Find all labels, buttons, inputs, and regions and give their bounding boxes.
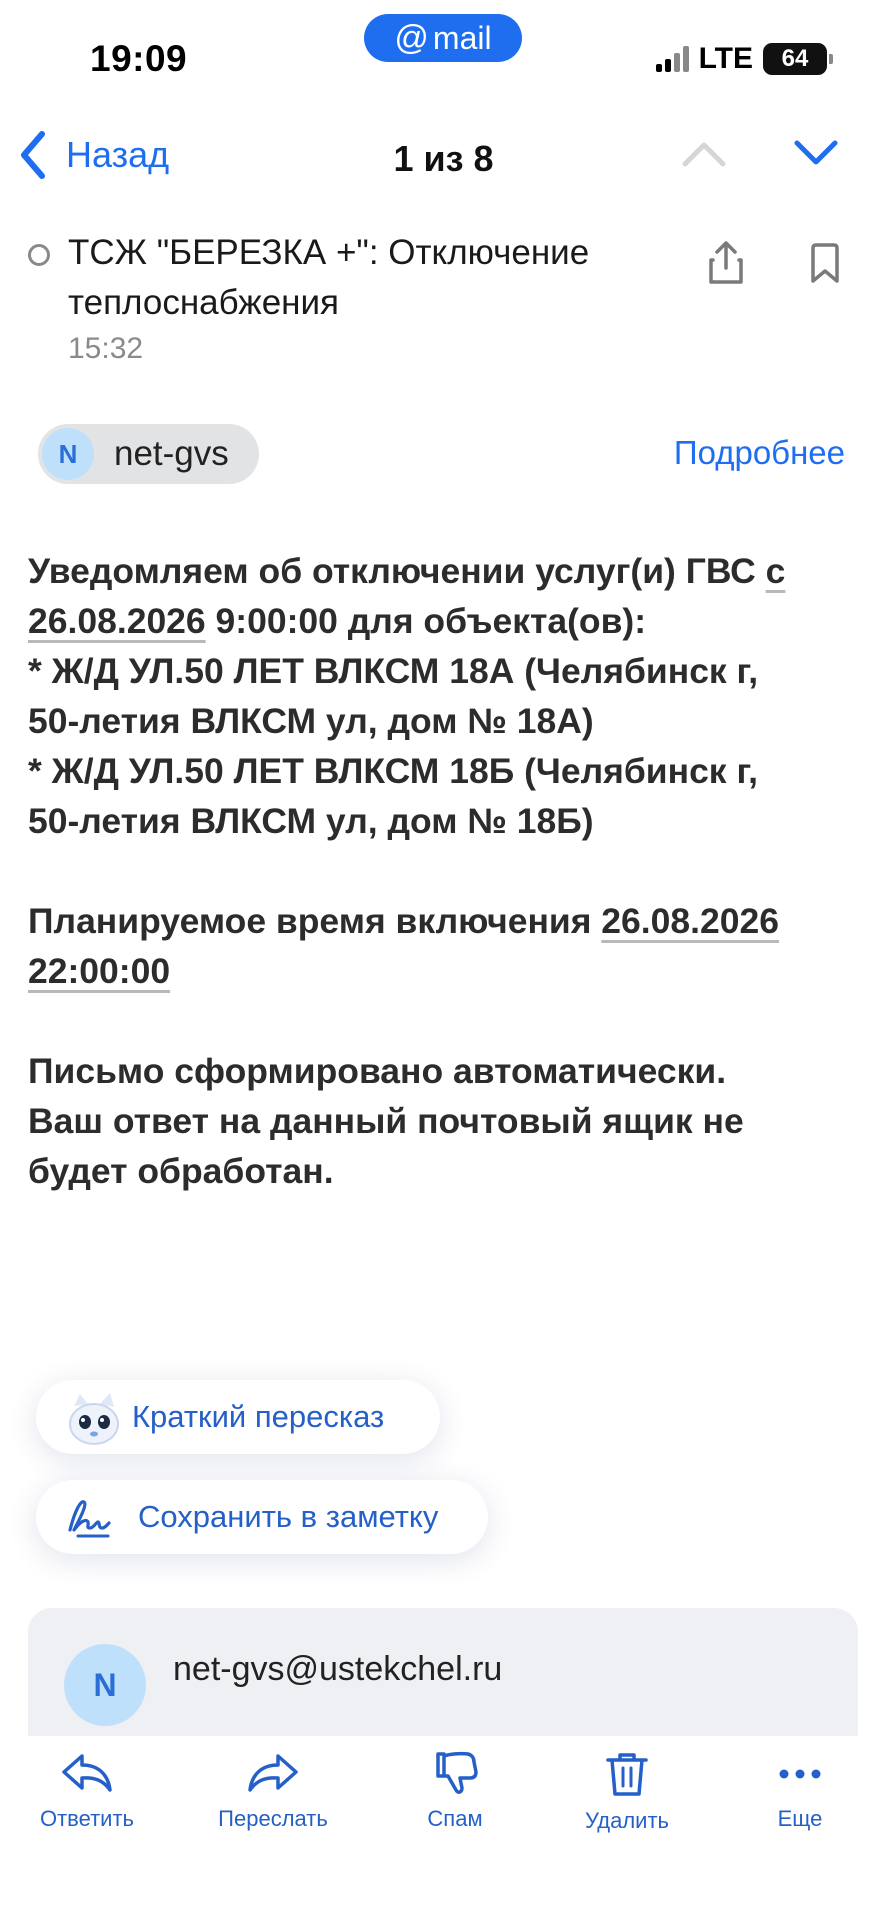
chevron-down-icon bbox=[794, 140, 838, 165]
forward-label: Переслать bbox=[218, 1806, 328, 1831]
trash-icon bbox=[606, 1753, 648, 1796]
forward-icon bbox=[248, 1754, 298, 1792]
details-link[interactable]: Подробнее bbox=[674, 434, 845, 472]
sender-avatar: N bbox=[42, 428, 94, 480]
signature-icon bbox=[68, 1500, 111, 1538]
summary-button[interactable]: Краткий пересказ bbox=[36, 1380, 440, 1454]
sender-email[interactable]: net-gvs@ustekchel.ru bbox=[173, 1650, 502, 1689]
body-line: 50-летия ВЛКСМ ул, дом № 18А) bbox=[28, 701, 594, 741]
sender-chip[interactable]: N net-gvs bbox=[38, 424, 259, 484]
spam-button[interactable]: Спам bbox=[380, 1750, 530, 1832]
forward-button[interactable]: Переслать bbox=[198, 1750, 348, 1832]
mail-badge-label: mail bbox=[432, 19, 492, 56]
date-link[interactable]: 26.08.2026 bbox=[28, 601, 206, 641]
reply-icon bbox=[62, 1754, 112, 1792]
thumbs-down-icon bbox=[436, 1751, 478, 1794]
more-label: Еще bbox=[777, 1806, 823, 1831]
body-line: * Ж/Д УЛ.50 ЛЕТ ВЛКСМ 18А (Челябинск г, bbox=[28, 651, 759, 691]
previous-message-button[interactable] bbox=[680, 138, 728, 173]
share-icon bbox=[709, 241, 743, 284]
body-line: 22:00:00 bbox=[28, 946, 878, 996]
body-text: Планируемое время включения bbox=[28, 901, 602, 941]
battery-icon: 64 bbox=[763, 43, 833, 75]
sender-card-avatar: N bbox=[64, 1644, 146, 1726]
date-link[interactable]: с bbox=[766, 551, 786, 591]
share-button[interactable] bbox=[705, 240, 747, 291]
body-line: Ваш ответ на данный почтовый ящик не bbox=[28, 1101, 744, 1141]
reply-label: Ответить bbox=[39, 1806, 135, 1831]
bookmark-icon bbox=[811, 243, 839, 283]
email-body: Уведомляем об отключении услуг(и) ГВС с … bbox=[28, 546, 878, 1196]
assistant-icon bbox=[69, 1393, 119, 1445]
save-note-button[interactable]: Сохранить в заметку bbox=[36, 1480, 488, 1554]
summary-label: Краткий пересказ bbox=[132, 1399, 385, 1434]
body-line: 50-летия ВЛКСМ ул, дом № 18Б) bbox=[28, 801, 594, 841]
delete-label: Удалить bbox=[585, 1808, 669, 1833]
sender-name: net-gvs bbox=[114, 434, 229, 473]
body-text: 9:00:00 для объекта(ов): bbox=[205, 601, 647, 641]
next-message-button[interactable] bbox=[792, 138, 840, 173]
network-type: LTE bbox=[698, 42, 753, 75]
date-link[interactable]: 26.08.2026 bbox=[601, 901, 779, 941]
status-time: 19:09 bbox=[90, 38, 188, 79]
top-nav: Назад 1 из 8 bbox=[0, 120, 887, 200]
body-line: Уведомляем об отключении услуг(и) ГВС с bbox=[28, 546, 878, 596]
delete-button[interactable]: Удалить bbox=[552, 1750, 702, 1834]
more-button[interactable]: Еще bbox=[725, 1750, 875, 1832]
email-subject: ТСЖ "БЕРЕЗКА +": Отключение теплоснабжен… bbox=[68, 233, 590, 322]
body-text: Уведомляем об отключении услуг(и) ГВС bbox=[28, 551, 766, 591]
reply-button[interactable]: Ответить bbox=[12, 1750, 162, 1832]
save-note-label: Сохранить в заметку bbox=[138, 1499, 439, 1534]
time-link[interactable]: 22:00:00 bbox=[28, 951, 170, 991]
status-bar: 19:09 @ mail LTE 64 bbox=[0, 0, 887, 110]
body-line: 26.08.2026 9:00:00 для объекта(ов): bbox=[28, 596, 878, 646]
body-line: Письмо сформировано автоматически. bbox=[28, 1051, 727, 1091]
signal-icon bbox=[655, 46, 689, 72]
unread-toggle-icon[interactable] bbox=[28, 244, 50, 266]
bottom-toolbar: Ответить Переслать Спам Удалить Еще bbox=[0, 1736, 887, 1920]
body-line: будет обработан. bbox=[28, 1151, 334, 1191]
mail-app-badge[interactable]: @ mail bbox=[364, 14, 522, 62]
at-icon: @ bbox=[394, 18, 429, 57]
message-counter: 1 из 8 bbox=[393, 138, 494, 179]
bookmark-button[interactable] bbox=[808, 242, 842, 289]
body-line: Планируемое время включения 26.08.2026 bbox=[28, 896, 878, 946]
email-time: 15:32 bbox=[68, 332, 144, 365]
chevron-up-icon bbox=[682, 142, 726, 167]
battery-level: 64 bbox=[781, 45, 809, 72]
status-indicators: LTE 64 bbox=[655, 42, 833, 76]
spam-label: Спам bbox=[427, 1806, 483, 1831]
more-dots-icon bbox=[779, 1769, 821, 1779]
body-line: * Ж/Д УЛ.50 ЛЕТ ВЛКСМ 18Б (Челябинск г, bbox=[28, 751, 758, 791]
